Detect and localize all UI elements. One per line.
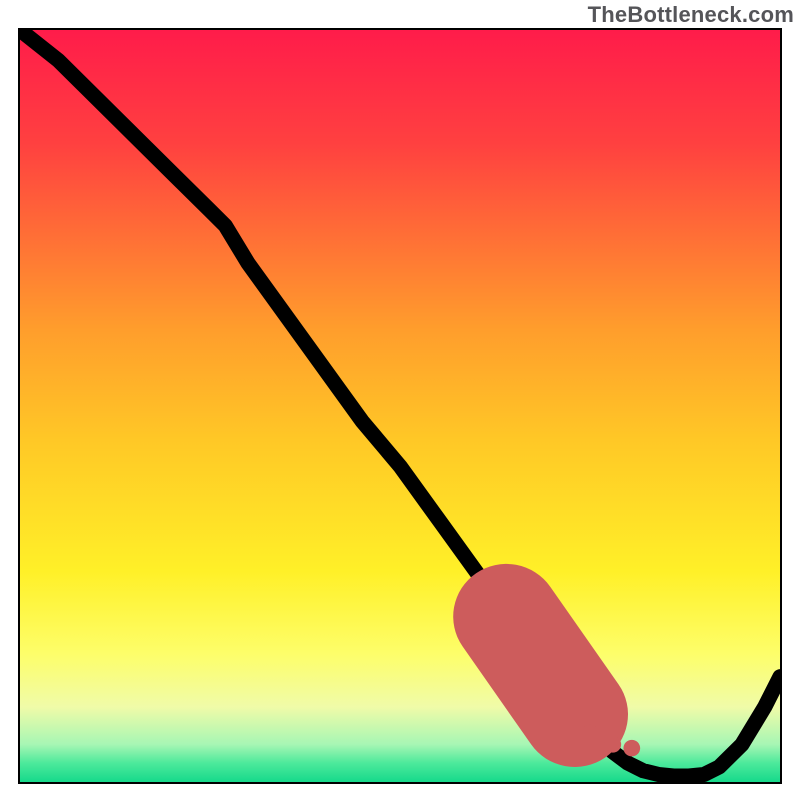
- plot-area: [18, 28, 782, 784]
- background-heatmap: [20, 30, 780, 782]
- chart-container: TheBottleneck.com: [0, 0, 800, 800]
- watermark-text: TheBottleneck.com: [588, 2, 794, 28]
